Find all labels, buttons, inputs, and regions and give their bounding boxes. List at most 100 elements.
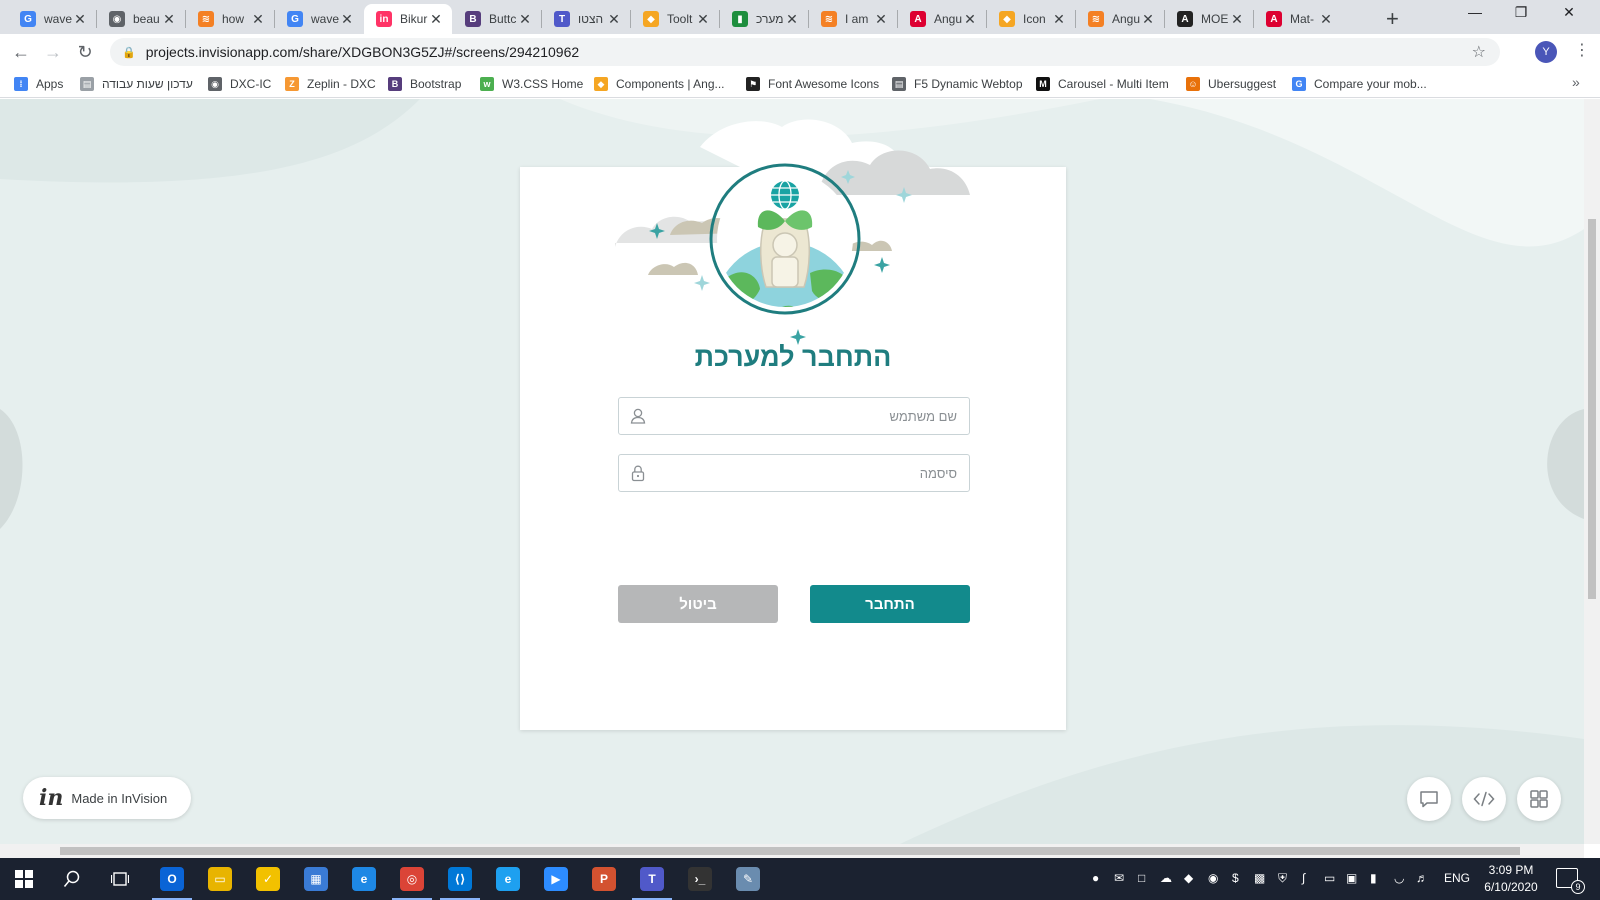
comments-button[interactable] bbox=[1407, 777, 1451, 821]
browser-tab[interactable]: Gwave ✕ bbox=[8, 4, 96, 34]
horizontal-scroll-thumb[interactable] bbox=[60, 847, 1520, 855]
vertical-scrollbar[interactable] bbox=[1584, 99, 1600, 844]
tab-close-icon[interactable]: ✕ bbox=[606, 11, 622, 28]
username-field[interactable] bbox=[618, 397, 970, 435]
bookmark-item[interactable]: ⚑ Font Awesome Icons bbox=[746, 76, 879, 92]
browser-tab[interactable]: ◆ Toolt ✕ bbox=[631, 4, 719, 34]
bookmark-item[interactable]: ◉ DXC-IC bbox=[208, 76, 271, 92]
inspect-code-button[interactable] bbox=[1462, 777, 1506, 821]
tab-close-icon[interactable]: ✕ bbox=[428, 11, 444, 28]
bluetooth-icon[interactable]: ∫ bbox=[1302, 871, 1305, 885]
teamviewer-tray-icon[interactable]: ▣ bbox=[1346, 871, 1357, 885]
shield-tray-icon[interactable]: ⛨ bbox=[1278, 871, 1287, 886]
paint-taskbar-button[interactable]: ✎ bbox=[724, 858, 772, 900]
browser-tab[interactable]: B Buttc ✕ bbox=[453, 4, 541, 34]
outlook-tray-icon[interactable]: □ bbox=[1138, 871, 1145, 885]
teams-taskbar-button[interactable]: T bbox=[628, 858, 676, 900]
back-arrow-icon[interactable]: ← bbox=[9, 40, 33, 64]
restore-button[interactable]: ❐ bbox=[1498, 4, 1544, 21]
chrome-taskbar-button[interactable]: ◎ bbox=[388, 858, 436, 900]
bookmark-item[interactable]: M Carousel - Multi Item bbox=[1036, 76, 1169, 92]
language-indicator[interactable]: ENG bbox=[1444, 871, 1470, 885]
onedrive-icon[interactable]: ☁ bbox=[1160, 871, 1172, 885]
tab-close-icon[interactable]: ✕ bbox=[695, 11, 711, 28]
close-window-button[interactable]: ✕ bbox=[1546, 4, 1592, 21]
screens-grid-button[interactable] bbox=[1517, 777, 1561, 821]
tab-close-icon[interactable]: ✕ bbox=[1140, 11, 1156, 28]
cookie-tray-icon[interactable]: ◉ bbox=[1208, 871, 1218, 885]
store-taskbar-button[interactable]: ▦ bbox=[292, 858, 340, 900]
teams-tray-icon[interactable]: ● bbox=[1092, 871, 1099, 885]
browser-tab[interactable]: A Angu ✕ bbox=[898, 4, 986, 34]
new-tab-button[interactable]: + bbox=[1386, 6, 1399, 32]
dollar-tray-icon[interactable]: $ bbox=[1232, 871, 1239, 885]
tab-close-icon[interactable]: ✕ bbox=[1229, 11, 1245, 28]
vertical-scroll-thumb[interactable] bbox=[1588, 219, 1596, 599]
bookmark-item[interactable]: ▤ עדכון שעות עבודה bbox=[80, 76, 193, 92]
tab-close-icon[interactable]: ✕ bbox=[72, 11, 88, 28]
browser-tab[interactable]: ≋ Angu ✕ bbox=[1076, 4, 1164, 34]
password-input[interactable] bbox=[655, 455, 961, 491]
outlook-taskbar-button[interactable]: O bbox=[148, 858, 196, 900]
browser-tab[interactable]: ≋ I am ✕ bbox=[809, 4, 897, 34]
zoom-taskbar-button[interactable]: ▶ bbox=[532, 858, 580, 900]
file-explorer-taskbar-button[interactable]: ▭ bbox=[196, 858, 244, 900]
edge-taskbar-button[interactable]: e bbox=[340, 858, 388, 900]
bookmark-item[interactable]: w W3.CSS Home bbox=[480, 76, 583, 92]
tab-close-icon[interactable]: ✕ bbox=[250, 11, 266, 28]
profile-avatar[interactable]: Y bbox=[1535, 41, 1557, 63]
tab-close-icon[interactable]: ✕ bbox=[962, 11, 978, 28]
bookmark-item[interactable]: ◆ Components | Ang... bbox=[594, 76, 725, 92]
url-text[interactable]: projects.invisionapp.com/share/XDGBON3G5… bbox=[146, 44, 579, 60]
bookmark-item[interactable]: B Bootstrap bbox=[388, 76, 461, 92]
display-tray-icon[interactable]: ▩ bbox=[1254, 871, 1265, 885]
bookmark-item[interactable]: G Compare your mob... bbox=[1292, 76, 1427, 92]
bookmark-item[interactable]: ⁞ Apps bbox=[14, 76, 63, 92]
tab-close-icon[interactable]: ✕ bbox=[1051, 11, 1067, 28]
browser-tab[interactable]: A MOE ✕ bbox=[1165, 4, 1253, 34]
reload-icon[interactable]: ↻ bbox=[73, 40, 97, 64]
start-button[interactable] bbox=[0, 858, 48, 900]
powerpoint-taskbar-button[interactable]: P bbox=[580, 858, 628, 900]
internet-explorer-taskbar-button[interactable]: e bbox=[484, 858, 532, 900]
more-bookmarks-icon[interactable]: » bbox=[1572, 74, 1580, 90]
terminal-taskbar-button[interactable]: ›_ bbox=[676, 858, 724, 900]
notifications-icon[interactable]: 9 bbox=[1556, 868, 1585, 894]
browser-tab[interactable]: ≋ how ✕ bbox=[186, 4, 274, 34]
browser-tab[interactable]: in Bikur ✕ bbox=[364, 4, 452, 34]
browser-tab[interactable]: ◆ Icon ✕ bbox=[987, 4, 1075, 34]
system-clock[interactable]: 3:09 PM 6/10/2020 bbox=[1476, 862, 1546, 896]
made-in-invision-badge[interactable]: in Made in InVision bbox=[23, 777, 191, 819]
search-button[interactable] bbox=[48, 858, 96, 900]
tab-close-icon[interactable]: ✕ bbox=[517, 11, 533, 28]
tab-close-icon[interactable]: ✕ bbox=[161, 11, 177, 28]
tab-close-icon[interactable]: ✕ bbox=[784, 11, 800, 28]
browser-tab[interactable]: ◉ beau ✕ bbox=[97, 4, 185, 34]
volume-icon[interactable]: ♬ bbox=[1416, 871, 1428, 885]
browser-tab[interactable]: T הצטו ✕ bbox=[542, 4, 630, 34]
address-bar[interactable]: 🔒 projects.invisionapp.com/share/XDGBON3… bbox=[110, 38, 1500, 66]
bookmark-item[interactable]: ▤ F5 Dynamic Webtop bbox=[892, 76, 1023, 92]
minimize-button[interactable]: — bbox=[1452, 4, 1498, 20]
menu-kebab-icon[interactable]: ⋮ bbox=[1574, 40, 1590, 60]
cancel-button[interactable]: ביטול bbox=[618, 585, 778, 623]
tab-close-icon[interactable]: ✕ bbox=[1318, 11, 1334, 28]
monitor-tray-icon[interactable]: ▭ bbox=[1324, 871, 1335, 885]
password-field[interactable] bbox=[618, 454, 970, 492]
task-view-button[interactable] bbox=[96, 858, 144, 900]
battery-icon[interactable]: ▮ bbox=[1370, 871, 1377, 885]
tab-close-icon[interactable]: ✕ bbox=[339, 11, 355, 28]
forward-arrow-icon[interactable]: → bbox=[41, 40, 65, 64]
wifi-icon[interactable]: ◡ bbox=[1394, 871, 1404, 885]
vscode-taskbar-button[interactable]: ⟨⟩ bbox=[436, 858, 484, 900]
mail-tray-icon[interactable]: ✉ bbox=[1114, 871, 1124, 885]
horizontal-scrollbar[interactable] bbox=[0, 844, 1584, 858]
browser-tab[interactable]: Gwave ✕ bbox=[275, 4, 363, 34]
browser-tab[interactable]: ▮ מערכ ✕ bbox=[720, 4, 808, 34]
bookmark-item[interactable]: Z Zeplin - DXC bbox=[285, 76, 376, 92]
browser-tab[interactable]: A Mat- ✕ bbox=[1254, 4, 1342, 34]
tab-close-icon[interactable]: ✕ bbox=[873, 11, 889, 28]
norton-taskbar-button[interactable]: ✓ bbox=[244, 858, 292, 900]
login-button[interactable]: התחבר bbox=[810, 585, 970, 623]
username-input[interactable] bbox=[655, 398, 961, 434]
